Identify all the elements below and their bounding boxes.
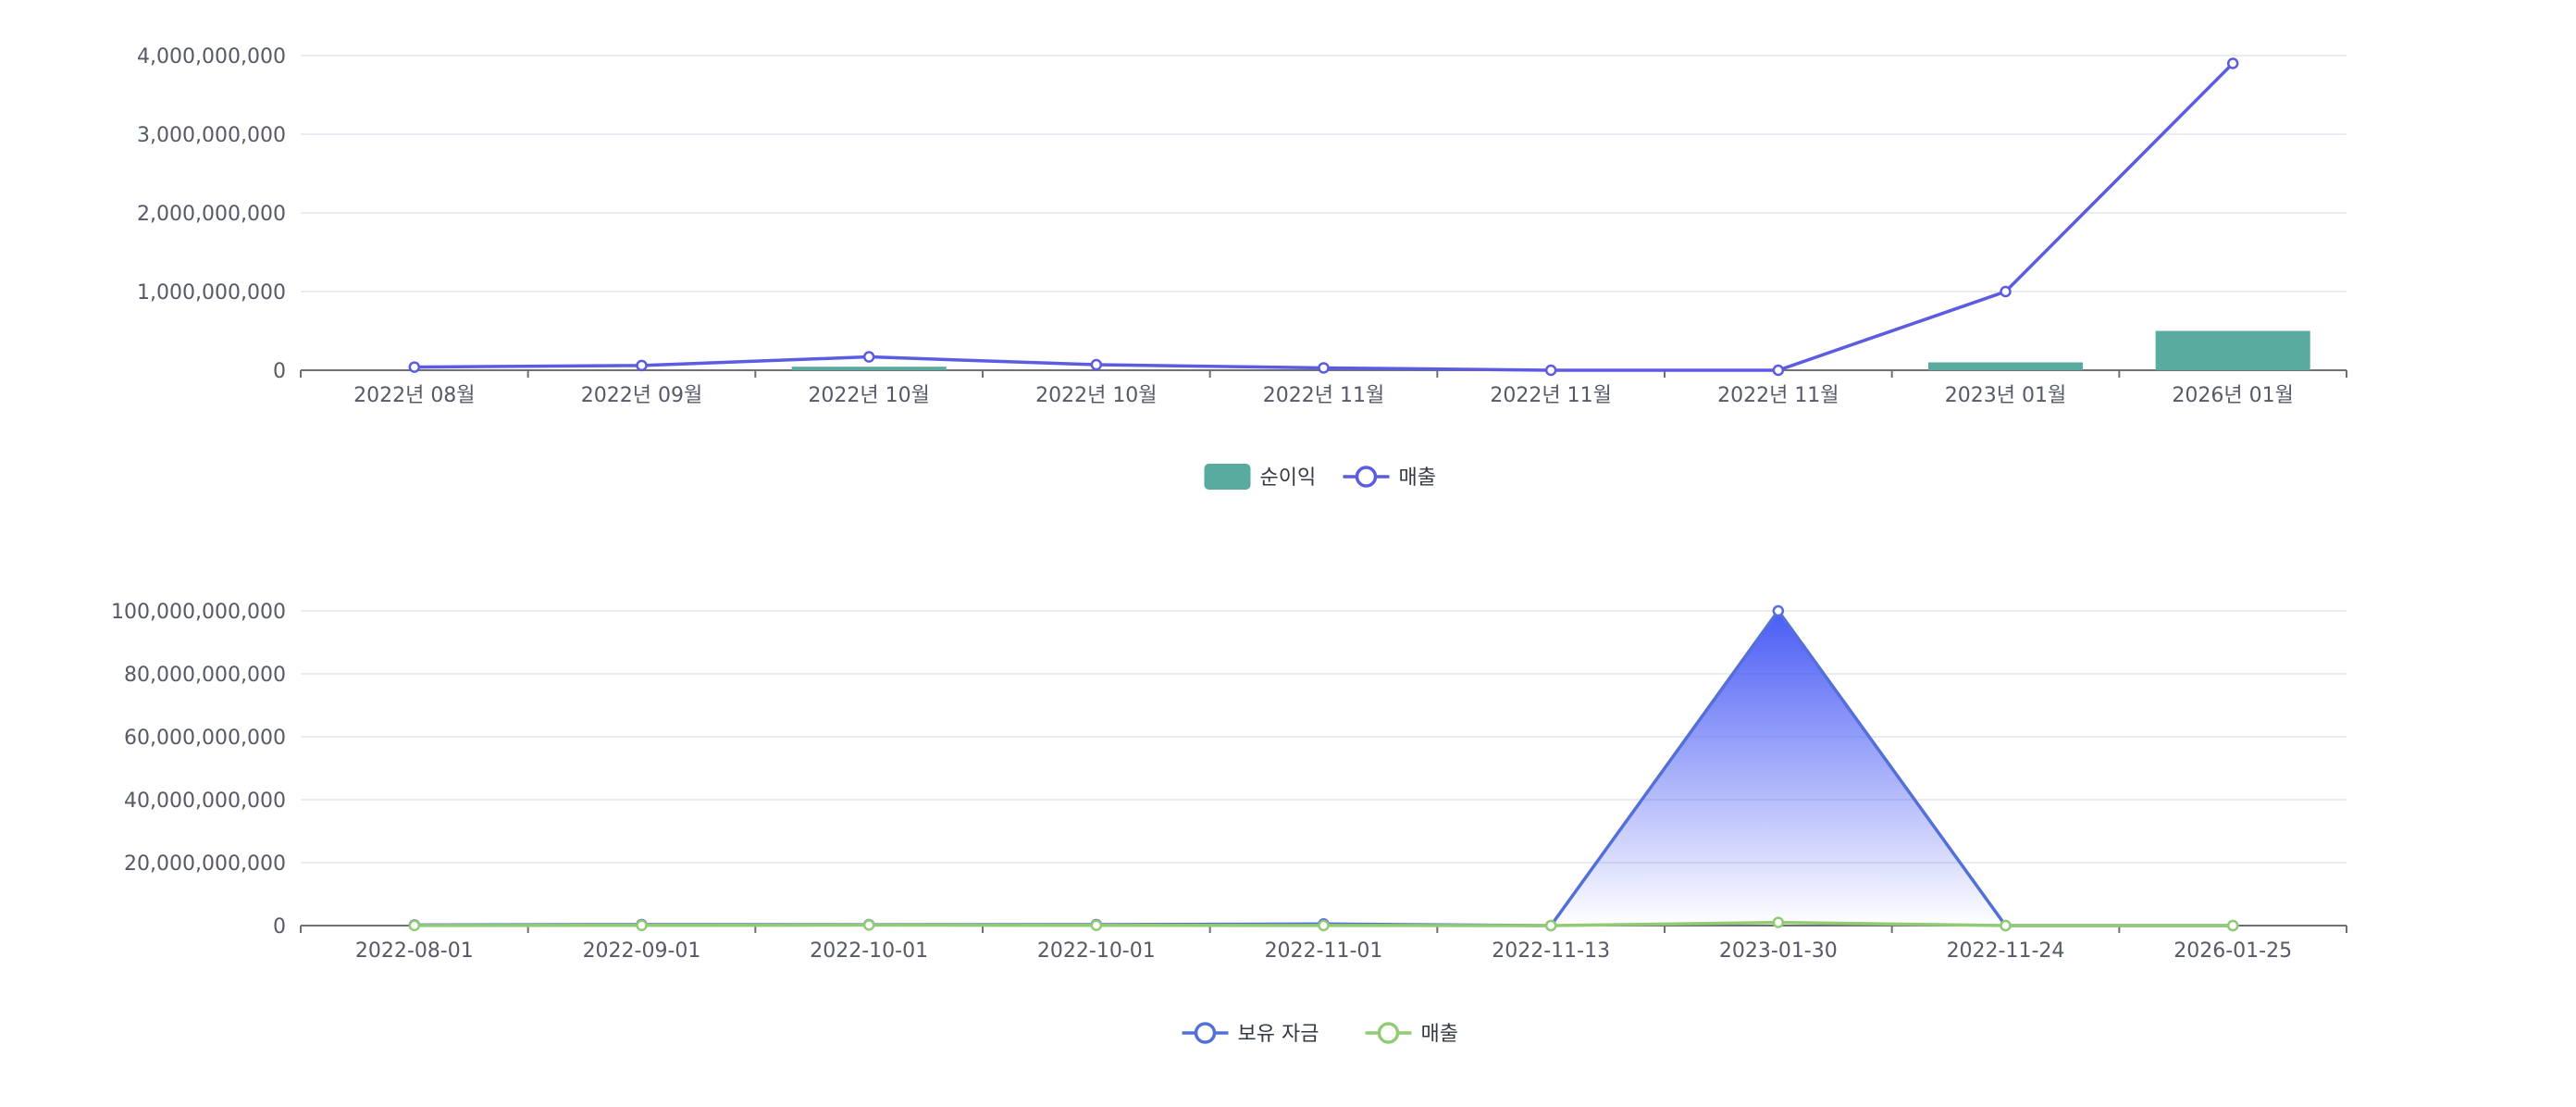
legend-item: 보유 자금 <box>1182 1022 1319 1046</box>
x-tick-label: 2022년 11월 <box>1263 384 1384 407</box>
data-point <box>636 919 648 932</box>
x-tick-label: 2023년 01월 <box>1945 384 2066 407</box>
data-point <box>862 351 875 363</box>
data-point <box>408 919 421 932</box>
x-tick-label: 2022년 10월 <box>1035 384 1157 407</box>
data-point <box>1772 364 1785 377</box>
legend-marker <box>1355 466 1378 488</box>
legend-item: 매출 <box>1343 466 1436 490</box>
x-tick-label: 2026년 01월 <box>2172 384 2293 407</box>
data-point <box>1318 362 1330 374</box>
x-tick-label: 2022-10-01 <box>1037 939 1156 963</box>
y-tick-label: 60,000,000,000 <box>124 727 286 750</box>
y-tick-label: 2,000,000,000 <box>137 203 286 226</box>
x-tick-label: 2022-11-01 <box>1265 939 1383 963</box>
series-line <box>414 62 2235 372</box>
series-1 <box>791 330 2310 370</box>
x-tick-label: 2022년 10월 <box>808 384 929 407</box>
x-tick-label: 2022-11-24 <box>1947 939 2065 963</box>
data-point <box>1090 358 1103 371</box>
y-tick-label: 0 <box>273 915 286 939</box>
legend-label: 순이익 <box>1260 466 1317 490</box>
data-point <box>862 919 875 931</box>
bar <box>1927 362 2084 370</box>
x-tick-label: 2022-09-01 <box>583 939 701 963</box>
data-point <box>2226 919 2239 932</box>
y-tick-label: 4,000,000,000 <box>137 45 286 68</box>
y-tick-label: 1,000,000,000 <box>137 281 286 305</box>
legend-item: 매출 <box>1365 1022 1458 1046</box>
data-point <box>2226 57 2239 69</box>
legend-label: 매출 <box>1399 466 1436 490</box>
legend-marker <box>1194 1022 1217 1044</box>
y-tick-label: 3,000,000,000 <box>137 124 286 147</box>
data-point <box>2000 919 2012 932</box>
y-tick-label: 20,000,000,000 <box>124 852 286 876</box>
chart-2: 0 20,000,000,000 40,000,000,000 60,000,000,… <box>111 601 2347 1046</box>
legend-item: 순이익 <box>1204 464 1317 490</box>
legend-swatch <box>1204 464 1251 490</box>
y-tick-label: 40,000,000,000 <box>124 790 286 813</box>
y-tick-label: 0 <box>273 360 286 383</box>
bar <box>2155 330 2310 370</box>
series-1 <box>408 604 2239 932</box>
data-point <box>408 361 421 373</box>
data-point <box>1544 919 1557 932</box>
y-tick-label: 100,000,000,000 <box>111 601 286 624</box>
data-point <box>2000 285 2012 298</box>
x-tick-label: 2023-01-30 <box>1719 939 1838 963</box>
chart-1: 0 1,000,000,000 2,000,000,000 3,000,000,000… <box>137 45 2347 490</box>
legend-label: 매출 <box>1421 1023 1458 1046</box>
data-point <box>1090 919 1103 932</box>
data-point <box>1772 604 1785 617</box>
x-tick-label: 2022-08-01 <box>355 939 474 963</box>
series-2 <box>408 57 2239 377</box>
x-tick-label: 2022년 11월 <box>1717 384 1839 407</box>
legend-marker <box>1377 1022 1400 1044</box>
data-point <box>1772 916 1785 928</box>
x-tick-label: 2022년 11월 <box>1490 384 1611 407</box>
legend: 순이익 매출 <box>1204 464 1436 490</box>
area-fill <box>414 611 2234 926</box>
x-tick-label: 2022-11-13 <box>1492 939 1610 963</box>
legend-label: 보유 자금 <box>1238 1023 1319 1046</box>
data-point <box>1544 364 1557 377</box>
data-point <box>1318 919 1330 932</box>
x-tick-label: 2022년 08월 <box>353 384 475 407</box>
data-point <box>636 359 648 372</box>
x-tick-label: 2022년 09월 <box>581 384 702 407</box>
x-tick-label: 2022-10-01 <box>810 939 928 963</box>
x-tick-label: 2026-01-25 <box>2174 939 2292 963</box>
bar <box>791 367 947 370</box>
legend: 보유 자금 매출 <box>1182 1022 1458 1046</box>
y-tick-label: 80,000,000,000 <box>124 664 286 687</box>
chart-canvas: 0 1,000,000,000 2,000,000,000 3,000,000,000… <box>111 45 2347 1046</box>
